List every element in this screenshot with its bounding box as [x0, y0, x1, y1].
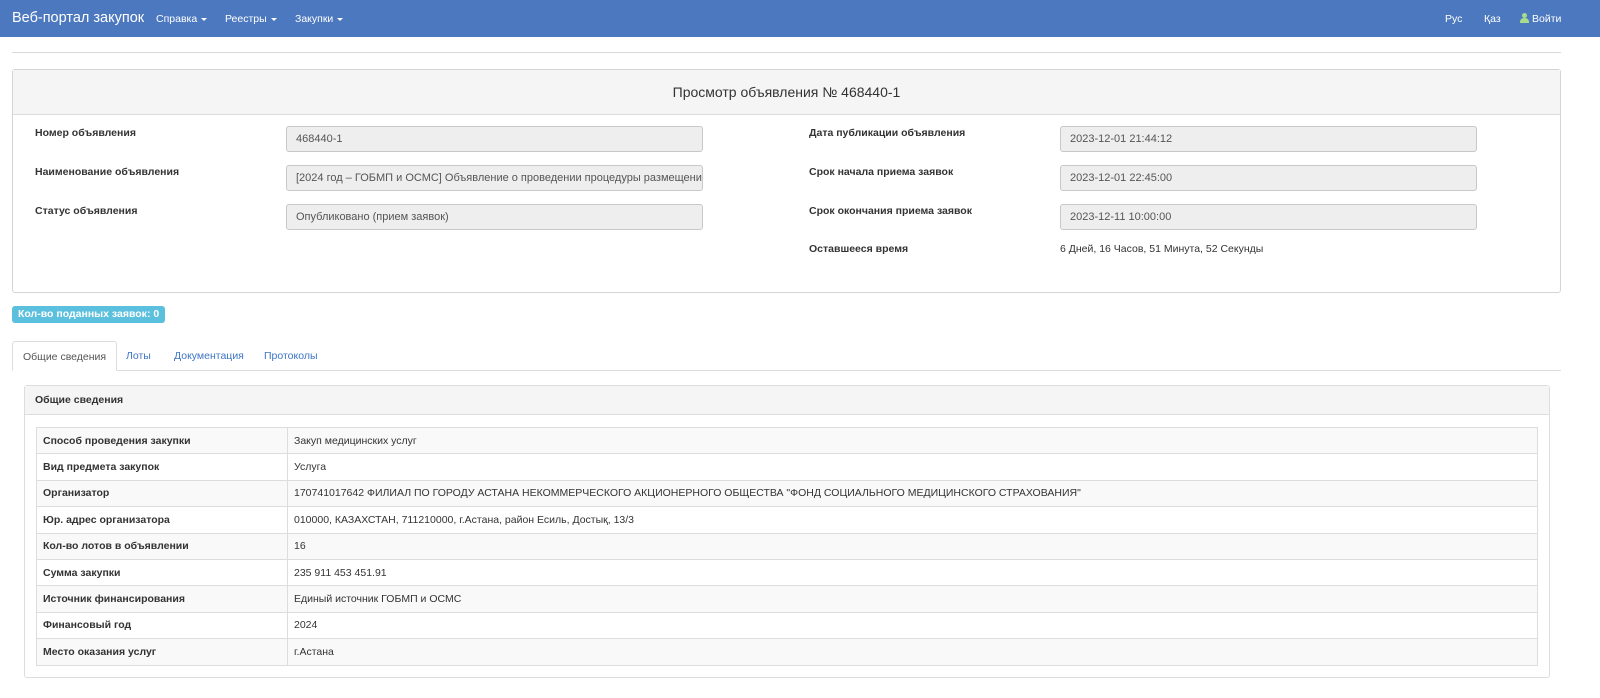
caret-down-icon: [270, 17, 277, 21]
field-label-number: Номер объявления: [35, 127, 136, 139]
general-info-table: Способ проведения закупки Закуп медицинск…: [36, 426, 1538, 666]
lang-ru-link[interactable]: Рус: [1445, 13, 1462, 25]
table-row: Сумма закупки 235 911 453 451.91: [36, 558, 1538, 587]
menu-help[interactable]: Справка: [156, 13, 208, 25]
row-key: Источник финансирования: [36, 585, 288, 613]
user-icon: [1520, 13, 1529, 23]
row-key: Организатор: [36, 479, 288, 508]
field-label-name: Наименование объявления: [35, 166, 180, 178]
table-row: Юр. адрес организатора 010000, КАЗАХСТАН,…: [36, 506, 1538, 534]
login-label: Войти: [1532, 13, 1562, 25]
row-value: 170741017642 ФИЛИАЛ ПО ГОРОДУ АСТАНА НЕК…: [287, 479, 1538, 508]
applications-count-badge: Кол-во поданных заявок: 0: [12, 306, 166, 323]
menu-purchases[interactable]: Закупки: [295, 13, 344, 25]
field-label-publish-date: Дата публикации объявления: [809, 127, 966, 139]
announcement-number-field[interactable]: 468440-1: [286, 126, 703, 152]
tab-protocols[interactable]: Протоколы: [264, 341, 318, 371]
row-key: Способ проведения закупки: [36, 426, 288, 455]
row-value: Услуга: [287, 453, 1538, 481]
start-date-field[interactable]: 2023-12-01 22:45:00: [1060, 165, 1477, 191]
menu-registries-label: Реестры: [225, 13, 267, 25]
row-key: Кол-во лотов в объявлении: [36, 532, 288, 560]
row-key: Вид предмета закупок: [36, 453, 288, 481]
row-value: 2024: [287, 611, 1538, 640]
top-navbar: Веб-портал закупок Справка Реестры Закуп…: [0, 0, 1600, 37]
announcement-name-field[interactable]: [2024 год – ГОБМП и ОСМС] Объявление о п…: [286, 165, 703, 191]
caret-down-icon: [337, 17, 344, 21]
row-value: 010000, КАЗАХСТАН, 711210000, г.Астана, …: [287, 506, 1538, 534]
divider: [12, 52, 1561, 53]
field-label-end-date: Срок окончания приема заявок: [809, 205, 972, 217]
brand-link[interactable]: Веб-портал закупок: [12, 10, 144, 26]
table-row: Вид предмета закупок Услуга: [36, 453, 1538, 481]
field-label-start-date: Срок начала приема заявок: [809, 166, 954, 178]
publish-date-field[interactable]: 2023-12-01 21:44:12: [1060, 126, 1477, 152]
menu-help-label: Справка: [156, 13, 198, 25]
announcement-status-field[interactable]: Опубликовано (прием заявок): [286, 204, 703, 230]
table-row: Финансовый год 2024: [36, 611, 1538, 640]
table-row: Кол-во лотов в объявлении 16: [36, 532, 1538, 560]
row-key: Финансовый год: [36, 611, 288, 640]
table-row: Источник финансирования Единый источник Г…: [36, 585, 1538, 613]
row-key: Сумма закупки: [36, 558, 288, 587]
menu-registries[interactable]: Реестры: [225, 13, 277, 25]
tab-lots[interactable]: Лоты: [126, 341, 151, 371]
table-row: Организатор 170741017642 ФИЛИАЛ ПО ГОРОДУ…: [36, 479, 1538, 508]
row-value: Единый источник ГОБМП и ОСМС: [287, 585, 1538, 613]
menu-purchases-label: Закупки: [295, 13, 334, 25]
general-info-title: Общие сведения: [25, 386, 1549, 415]
tab-documentation[interactable]: Документация: [174, 341, 244, 371]
table-row: Способ проведения закупки Закуп медицинск…: [36, 426, 1538, 455]
caret-down-icon: [201, 17, 208, 21]
field-label-status: Статус объявления: [35, 205, 138, 217]
row-value: 16: [287, 532, 1538, 560]
login-link[interactable]: Войти: [1520, 13, 1561, 25]
row-key: Юр. адрес организатора: [36, 506, 288, 534]
row-value: Закуп медицинских услуг: [287, 426, 1538, 455]
announcement-panel: Просмотр объявления № 468440-1 Номер объ…: [12, 69, 1561, 293]
tabs-divider: [12, 370, 1561, 371]
tab-general[interactable]: Общие сведения: [12, 341, 118, 371]
end-date-field[interactable]: 2023-12-11 10:00:00: [1060, 204, 1477, 230]
row-value: г.Астана: [287, 638, 1538, 666]
lang-kz-link[interactable]: Қаз: [1484, 13, 1501, 25]
row-value: 235 911 453 451.91: [287, 558, 1538, 587]
general-info-panel: Общие сведения Способ проведения закупки…: [24, 385, 1550, 678]
page-title: Просмотр объявления № 468440-1: [13, 70, 1560, 115]
row-key: Место оказания услуг: [36, 638, 288, 666]
field-label-remaining: Оставшееся время: [809, 243, 909, 255]
table-row: Место оказания услуг г.Астана: [36, 638, 1538, 666]
remaining-time-value: 6 Дней, 16 Часов, 51 Минута, 52 Секунды: [1060, 243, 1264, 255]
